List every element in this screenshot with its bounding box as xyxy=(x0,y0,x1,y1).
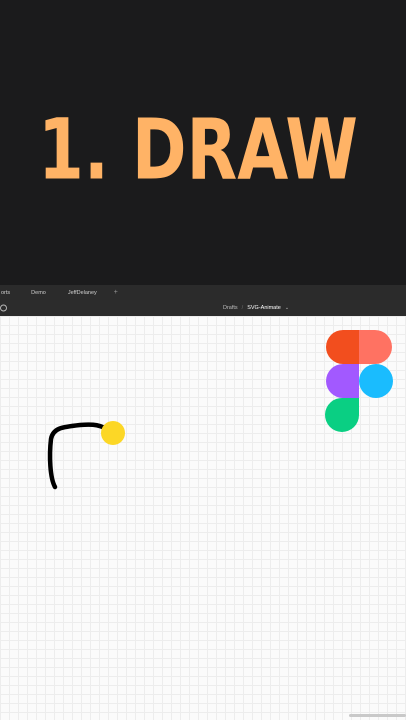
chevron-down-icon[interactable]: ⌄ xyxy=(285,305,289,311)
tab-demo[interactable]: Demo xyxy=(20,285,57,300)
title-banner: 1. DRAW xyxy=(0,0,406,285)
toolbar: Drafts / SVG-Animate ⌄ xyxy=(0,300,406,316)
cursor-dot xyxy=(101,421,125,445)
new-tab-button[interactable]: + xyxy=(108,285,124,300)
banner-title: 1. DRAW xyxy=(38,102,358,200)
canvas-drawing xyxy=(47,330,393,490)
figma-logo xyxy=(325,330,393,432)
breadcrumb-folder[interactable]: Drafts xyxy=(223,305,238,311)
circle-icon[interactable] xyxy=(0,304,8,312)
tab-jeffdelaney[interactable]: JeffDelaney xyxy=(57,285,108,300)
horizontal-scrollbar[interactable] xyxy=(349,714,406,717)
banner-graphic: 1. DRAW xyxy=(38,102,358,200)
breadcrumb-file[interactable]: SVG-Animate xyxy=(247,305,281,311)
breadcrumb: Drafts / SVG-Animate ⌄ xyxy=(223,300,289,316)
tab-bar: orts Demo JeffDelaney + xyxy=(0,285,406,301)
breadcrumb-separator: / xyxy=(241,305,244,311)
tab-imports[interactable]: orts xyxy=(0,285,20,300)
design-canvas[interactable] xyxy=(0,316,406,720)
